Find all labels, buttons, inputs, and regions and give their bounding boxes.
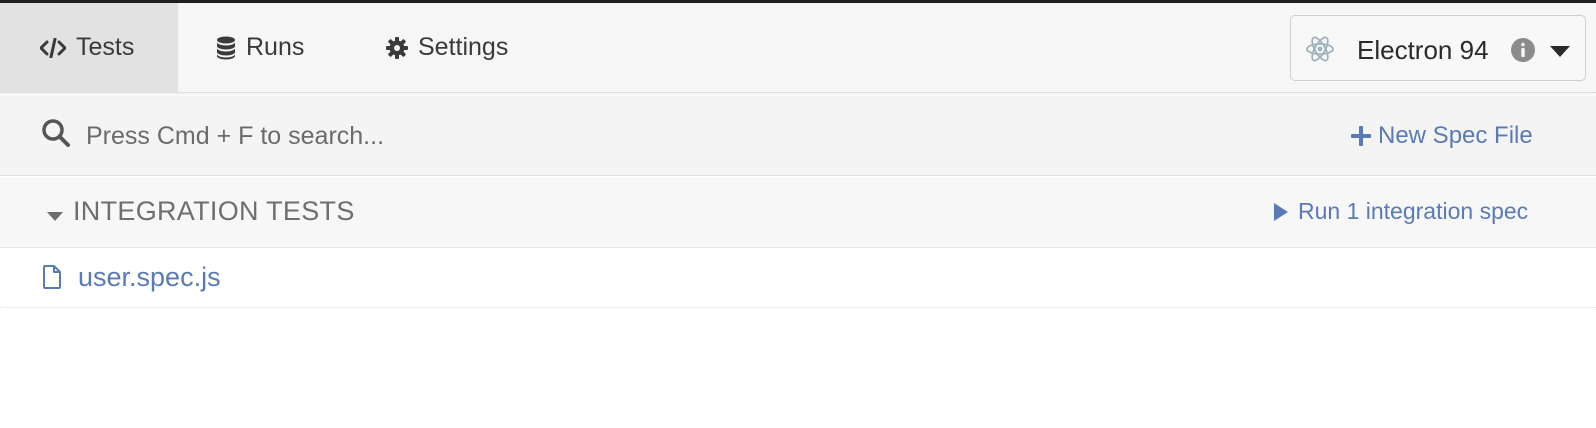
browser-label: Electron 94 xyxy=(1357,35,1489,65)
tab-runs[interactable]: Runs xyxy=(216,3,304,92)
file-icon xyxy=(43,265,61,294)
database-icon xyxy=(216,36,236,60)
search-bar: New Spec File xyxy=(0,96,1596,176)
plus-icon xyxy=(1350,125,1372,147)
run-specs-label: Run 1 integration spec xyxy=(1298,198,1529,224)
spec-file-row[interactable]: user.spec.js xyxy=(0,249,1596,308)
run-integration-specs-button[interactable]: Run 1 integration spec xyxy=(1274,198,1528,225)
integration-tests-header[interactable]: INTEGRATION TESTS Run 1 integration spec xyxy=(0,178,1596,248)
tab-label: Tests xyxy=(76,33,135,61)
new-spec-file-label: New Spec File xyxy=(1378,122,1533,149)
play-icon xyxy=(1274,202,1288,221)
new-spec-file-button[interactable]: New Spec File xyxy=(1350,118,1533,154)
search-icon xyxy=(41,118,71,153)
gear-icon xyxy=(386,36,408,59)
top-navbar: Tests Runs Settings Electron 94 xyxy=(0,3,1596,93)
browser-dropdown[interactable]: Electron 94 xyxy=(1290,15,1586,81)
caret-down-icon xyxy=(1550,45,1570,63)
info-icon[interactable] xyxy=(1510,37,1536,68)
tab-settings[interactable]: Settings xyxy=(386,3,508,92)
triangle-down-icon[interactable] xyxy=(47,209,63,227)
code-icon xyxy=(40,37,66,58)
spec-file-name[interactable]: user.spec.js xyxy=(78,262,221,293)
tab-label: Runs xyxy=(246,33,305,61)
search-input[interactable] xyxy=(86,114,986,158)
tab-label: Settings xyxy=(418,33,509,61)
tab-tests[interactable]: Tests xyxy=(0,3,178,92)
section-title: INTEGRATION TESTS xyxy=(73,196,355,226)
electron-icon xyxy=(1305,34,1335,69)
